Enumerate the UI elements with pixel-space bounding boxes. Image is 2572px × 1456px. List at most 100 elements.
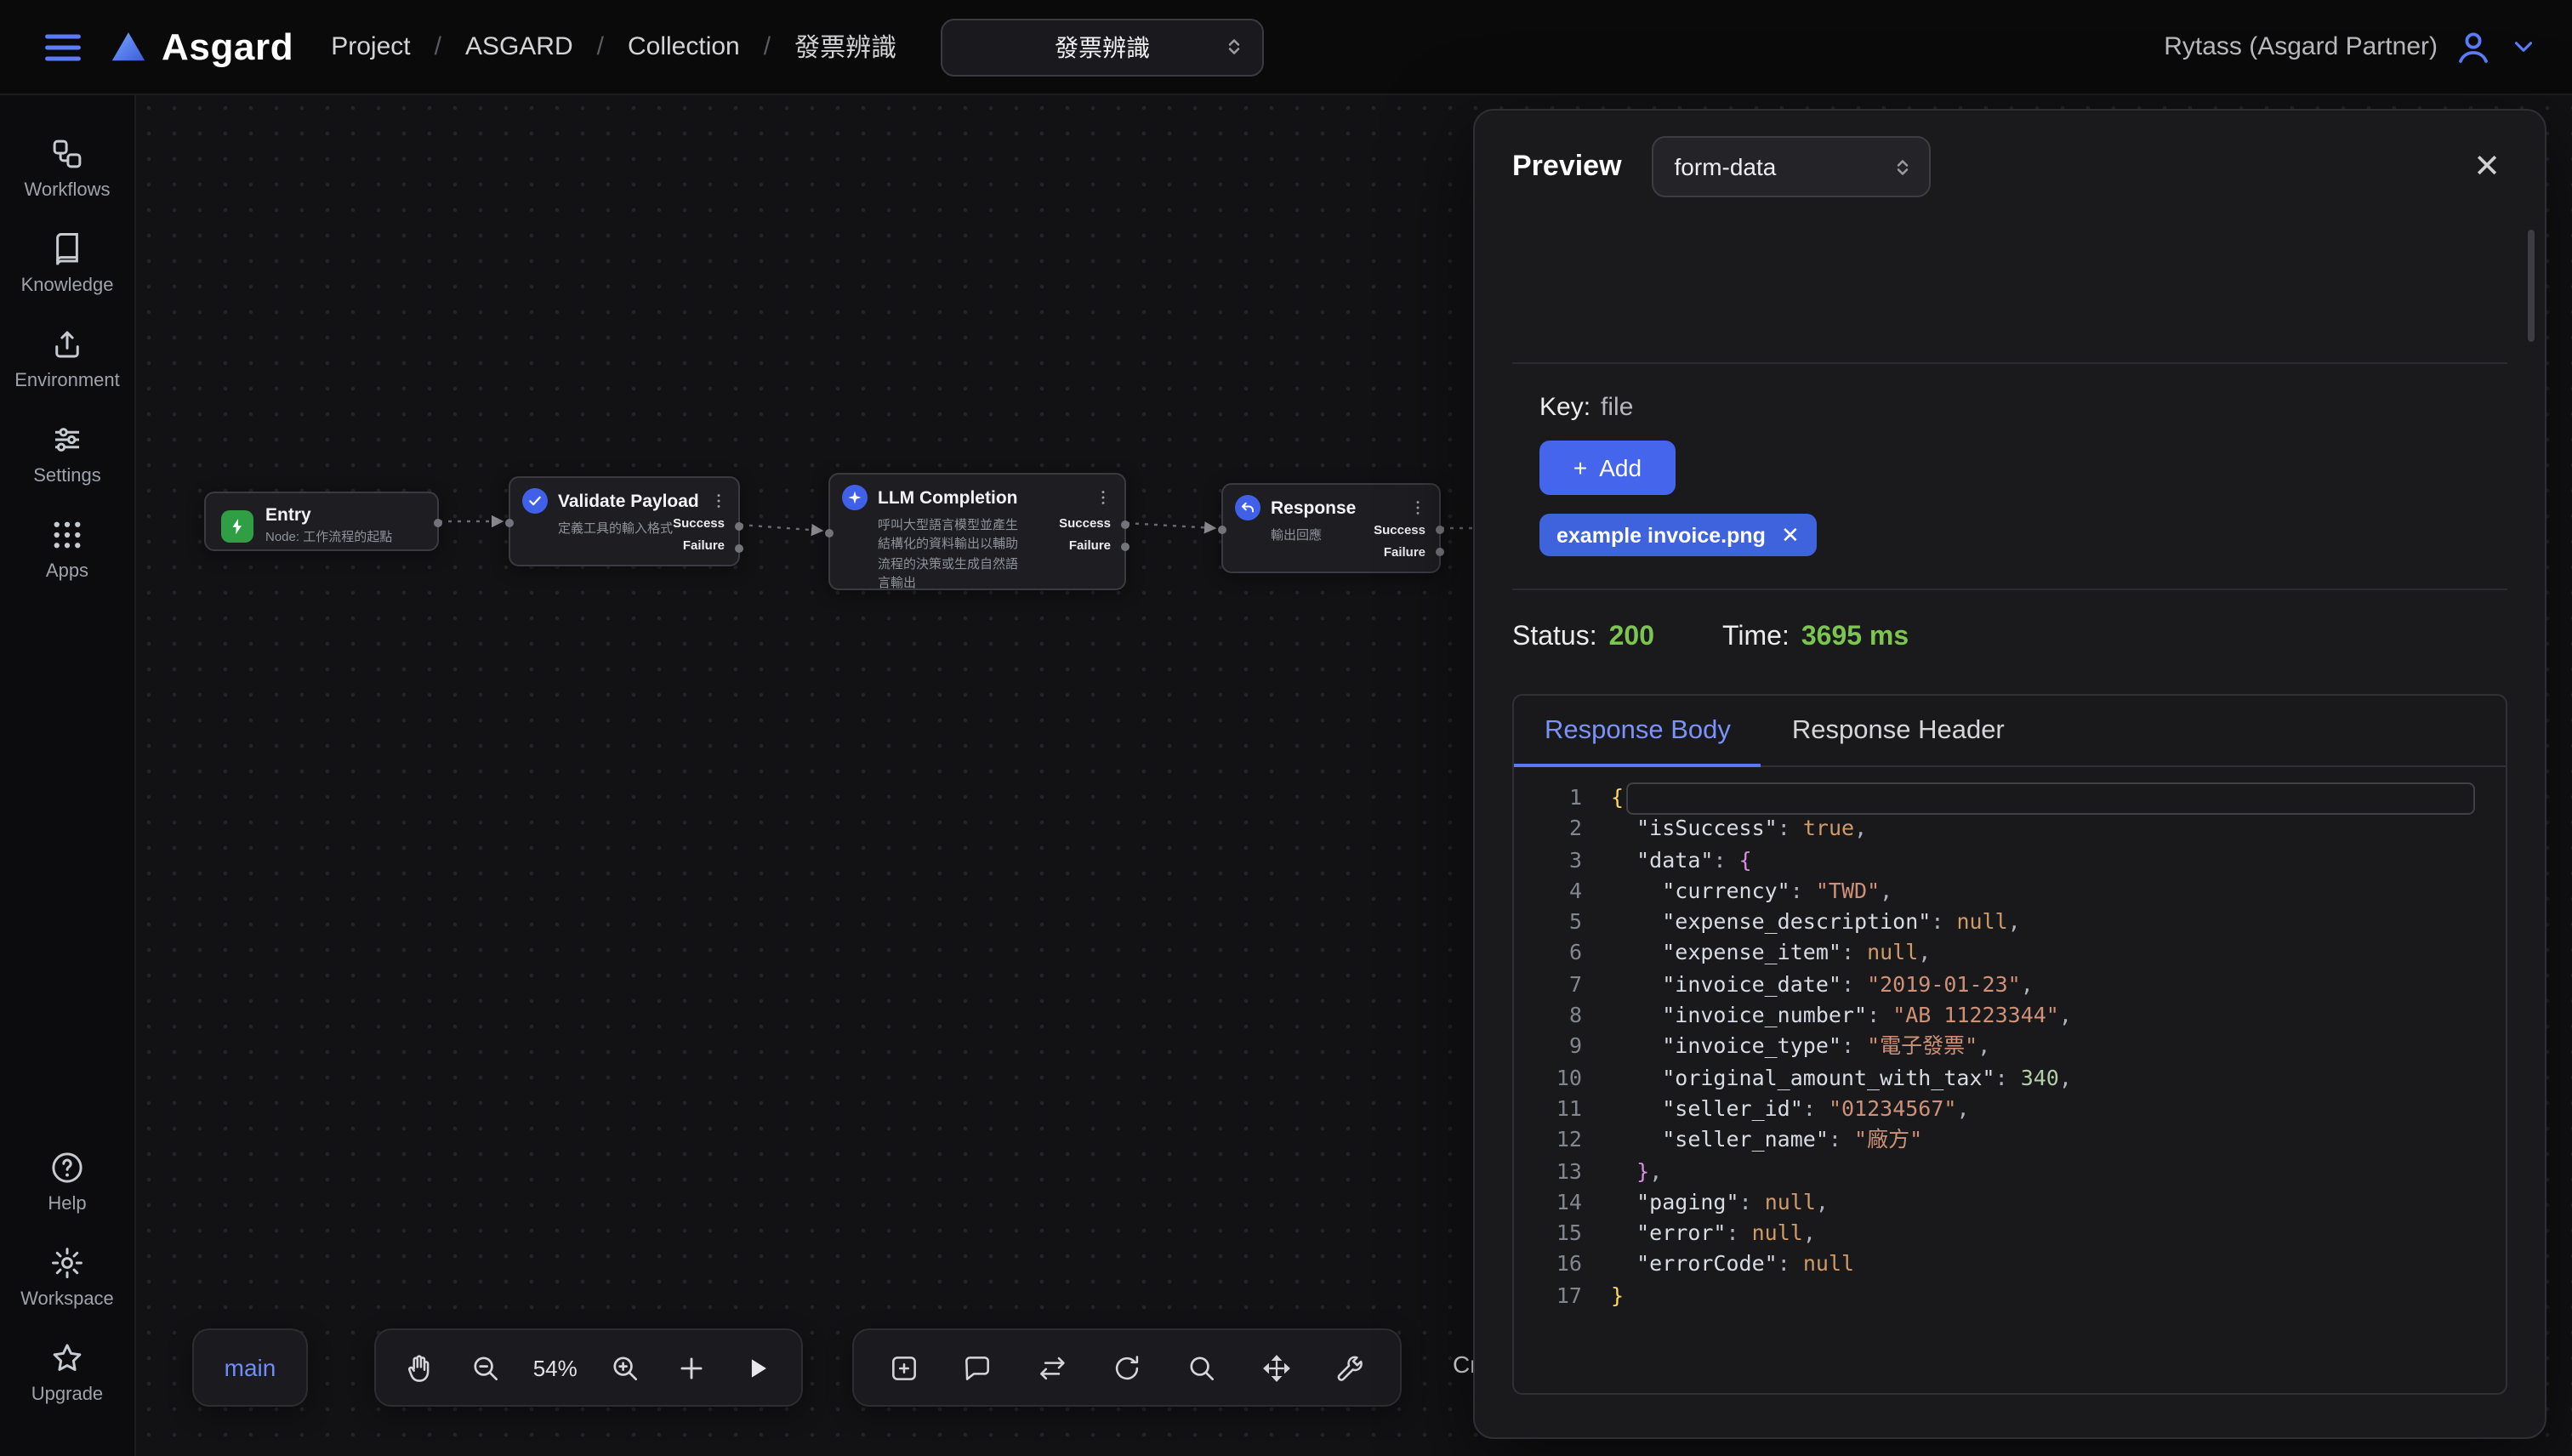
node-description: 呼叫大型語言模型並產生結構化的資料輸出以輔助流程的決策或生成自然語言輸出 — [830, 514, 1041, 602]
breadcrumb-current[interactable]: 發票辨識 — [794, 29, 896, 65]
body-mode-select[interactable]: form-data — [1653, 136, 1932, 197]
success-port[interactable] — [1121, 520, 1130, 529]
output-failure[interactable]: Failure — [683, 537, 725, 553]
workflow-select-value: 發票辨識 — [1055, 30, 1150, 64]
file-chip[interactable]: example invoice.png ✕ — [1539, 514, 1817, 556]
output-failure[interactable]: Failure — [1384, 544, 1425, 560]
response-node-icon — [1235, 495, 1260, 520]
auto-arrange-icon[interactable] — [1101, 1342, 1152, 1393]
output-success[interactable]: Success — [673, 515, 725, 531]
code-line: 11 "seller_id": "01234567", — [1514, 1094, 2506, 1125]
node-outputs: Success Failure — [673, 515, 725, 553]
code-line: 17} — [1514, 1281, 2506, 1312]
add-note-icon[interactable] — [878, 1342, 929, 1393]
node-llm-completion[interactable]: LLM Completion 呼叫大型語言模型並產生結構化的資料輸出以輔助流程的… — [828, 473, 1126, 590]
node-title: Response — [1271, 498, 1356, 518]
node-validate-payload[interactable]: Validate Payload 定義工具的輸入格式 Success Failu… — [509, 476, 740, 566]
breadcrumb-separator: / — [597, 32, 604, 61]
top-bar: Asgard Project / ASGARD / Collection / 發… — [0, 0, 2572, 95]
node-title: Validate Payload — [558, 491, 699, 511]
select-carets-icon — [1221, 34, 1247, 60]
breadcrumb-separator: / — [764, 32, 771, 61]
line-number: 4 — [1514, 876, 1582, 907]
branch-selector[interactable]: main — [192, 1328, 308, 1407]
node-menu-icon[interactable] — [1408, 498, 1427, 517]
breadcrumb: Project / ASGARD / Collection / 發票辨識 — [331, 29, 896, 65]
line-number: 10 — [1514, 1062, 1582, 1094]
sidebar-item-settings[interactable]: Settings — [33, 422, 101, 486]
pan-hand-icon[interactable] — [393, 1342, 444, 1393]
input-port[interactable] — [1218, 526, 1226, 534]
sidebar-item-workspace[interactable]: Workspace — [20, 1245, 114, 1310]
remove-file-icon[interactable]: ✕ — [1781, 521, 1800, 549]
move-icon[interactable] — [1250, 1342, 1301, 1393]
swap-horizontal-icon[interactable] — [1027, 1342, 1078, 1393]
line-number: 13 — [1514, 1156, 1582, 1187]
node-response[interactable]: Response 輸出回應 Success Failure — [1221, 483, 1441, 573]
node-outputs: Success Failure — [1059, 515, 1111, 553]
tab-response-body[interactable]: Response Body — [1514, 696, 1761, 765]
input-port[interactable] — [825, 529, 834, 537]
menu-icon[interactable] — [34, 18, 92, 76]
success-port[interactable] — [735, 522, 743, 531]
breadcrumb-collection[interactable]: Collection — [628, 32, 740, 61]
code-line: 12 "seller_name": "廠方" — [1514, 1125, 2506, 1157]
sidebar-label: Knowledge — [21, 276, 114, 296]
zoom-out-icon[interactable] — [459, 1342, 510, 1393]
search-icon[interactable] — [1176, 1342, 1227, 1393]
environment-icon — [49, 327, 85, 362]
sidebar-item-help[interactable]: Help — [48, 1150, 86, 1214]
user-icon[interactable] — [2453, 26, 2494, 67]
logo-triangle-icon — [109, 27, 148, 66]
line-number: 7 — [1514, 970, 1582, 1001]
chevron-down-icon[interactable] — [2509, 32, 2538, 61]
status-row: Status: 200 Time: 3695 ms — [1475, 590, 2545, 682]
output-success[interactable]: Success — [1374, 522, 1425, 537]
tab-response-header[interactable]: Response Header — [1761, 696, 2035, 765]
logo-text: Asgard — [162, 25, 293, 69]
zoom-in-icon[interactable] — [600, 1342, 651, 1393]
tools-icon[interactable] — [1325, 1342, 1376, 1393]
success-port[interactable] — [1436, 526, 1444, 534]
preview-title: Preview — [1512, 150, 1622, 184]
node-entry[interactable]: Entry Node: 工作流程的起點 — [204, 492, 439, 551]
code-line: 8 "invoice_number": "AB 11223344", — [1514, 1000, 2506, 1032]
add-file-button[interactable]: + Add — [1539, 441, 1676, 495]
scrollbar-thumb[interactable] — [2528, 230, 2535, 342]
sidebar-item-upgrade[interactable]: Upgrade — [31, 1340, 103, 1405]
upgrade-icon — [49, 1340, 85, 1376]
form-scroll-area[interactable] — [1475, 219, 2545, 362]
add-node-icon[interactable] — [667, 1342, 718, 1393]
line-number: 16 — [1514, 1249, 1582, 1281]
breadcrumb-project[interactable]: Project — [331, 32, 410, 61]
sidebar-label: Workflows — [24, 180, 110, 201]
code-line: 6 "expense_item": null, — [1514, 938, 2506, 970]
plus-icon: + — [1573, 454, 1587, 481]
output-failure[interactable]: Failure — [1069, 537, 1111, 553]
input-port[interactable] — [505, 519, 514, 527]
close-icon[interactable]: ✕ — [2467, 144, 2507, 190]
output-success[interactable]: Success — [1059, 515, 1111, 531]
code-line: 4 "currency": "TWD", — [1514, 876, 2506, 907]
sidebar-item-environment[interactable]: Environment — [14, 327, 120, 391]
run-icon[interactable] — [733, 1342, 784, 1393]
failure-port[interactable] — [1121, 543, 1130, 551]
select-carets-icon — [1891, 154, 1916, 179]
comment-icon[interactable] — [953, 1342, 1004, 1393]
output-port[interactable] — [434, 519, 442, 527]
app-logo[interactable]: Asgard — [109, 25, 293, 69]
node-menu-icon[interactable] — [709, 492, 728, 510]
failure-port[interactable] — [735, 544, 743, 553]
entry-node-icon — [221, 509, 253, 542]
sidebar-item-workflows[interactable]: Workflows — [24, 136, 110, 201]
failure-port[interactable] — [1436, 548, 1444, 556]
workflow-select[interactable]: 發票辨識 — [941, 18, 1264, 76]
status-value: 200 — [1609, 623, 1654, 653]
node-menu-icon[interactable] — [1094, 488, 1112, 507]
sidebar-item-apps[interactable]: Apps — [46, 517, 88, 582]
breadcrumb-asgard[interactable]: ASGARD — [465, 32, 573, 61]
sidebar-item-knowledge[interactable]: Knowledge — [21, 231, 114, 296]
line-number: 12 — [1514, 1125, 1582, 1157]
code-lines[interactable]: 1{2 "isSuccess": true,3 "data": {4 "curr… — [1514, 767, 2506, 1311]
sidebar-label: Upgrade — [31, 1385, 103, 1405]
